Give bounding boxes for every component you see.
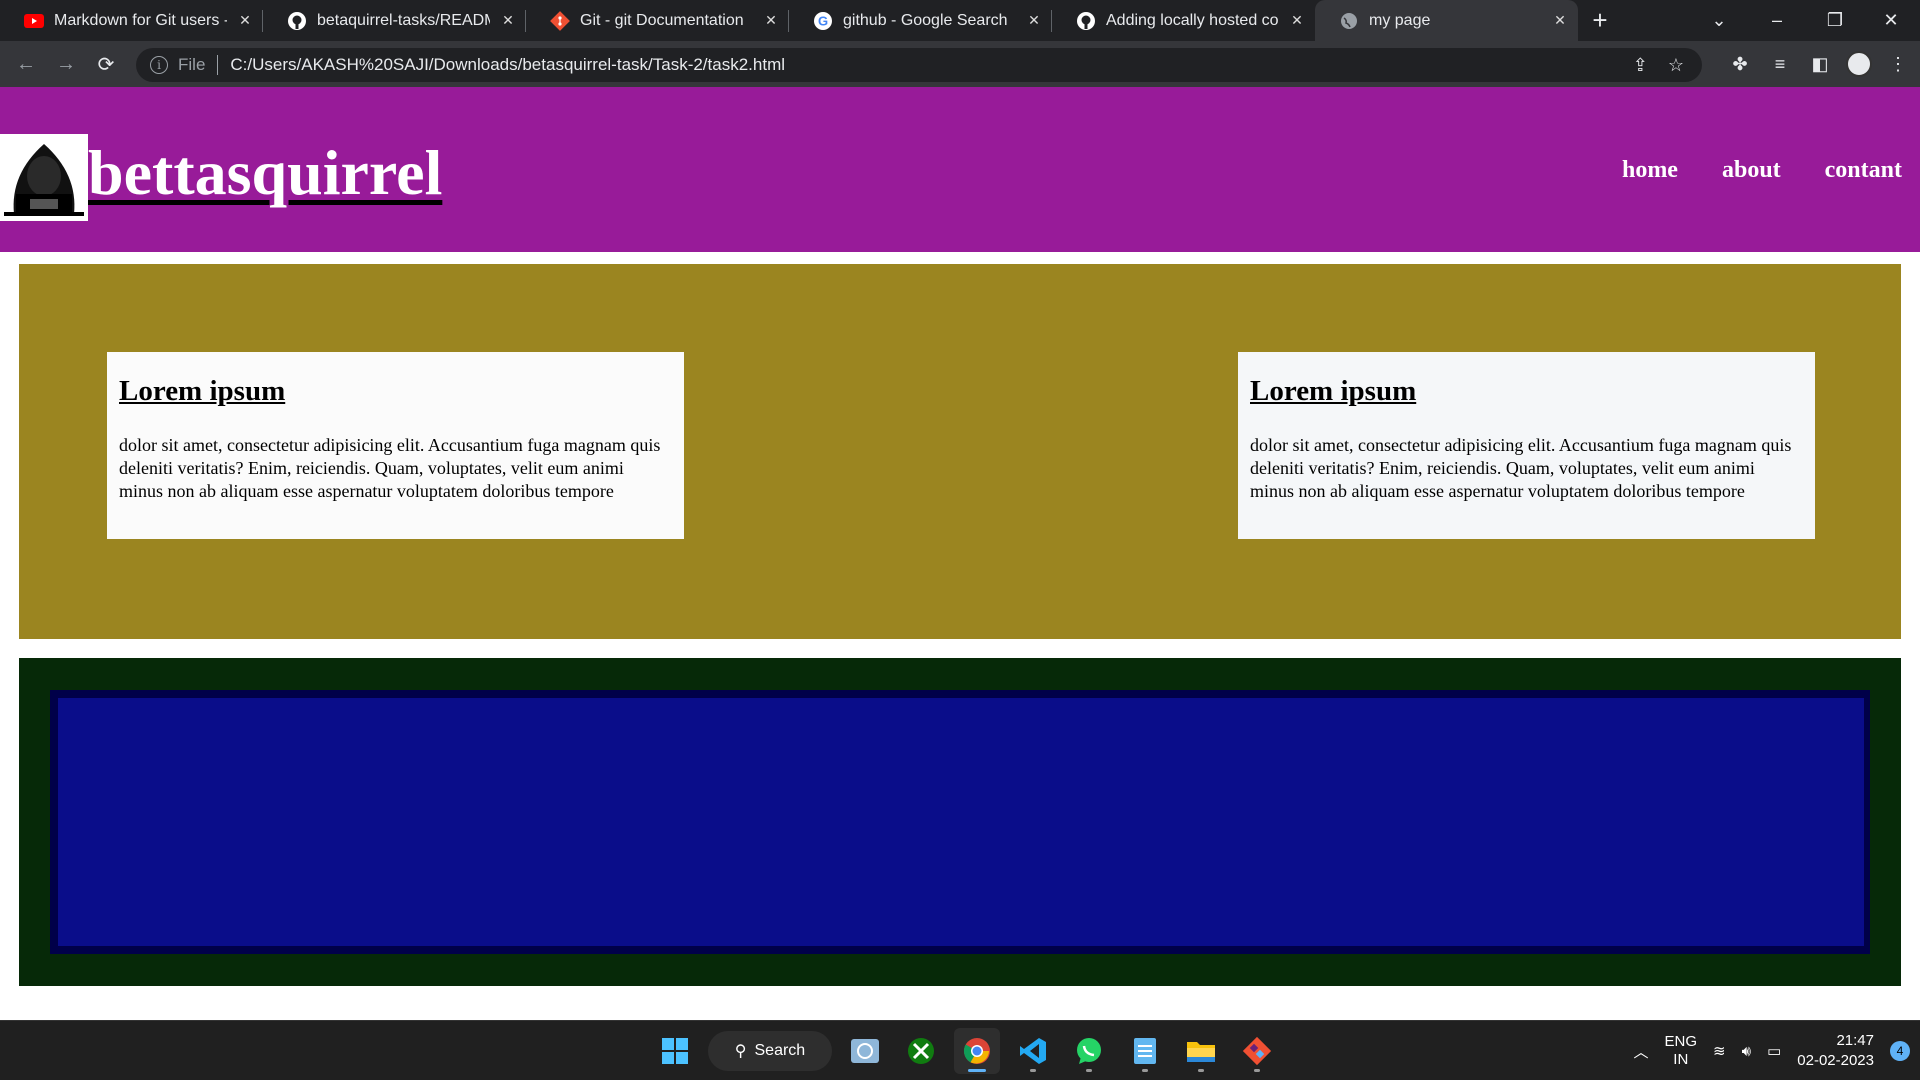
windows-taskbar: ⚲ Search ︿ ENG IN ≋ 🔊︎ ▭ 21:47 02-02-202… <box>0 1020 1920 1080</box>
taskbar-search-label: Search <box>754 1042 806 1059</box>
card-title: Lorem ipsum <box>119 375 286 407</box>
forward-arrow-icon[interactable]: → <box>46 44 86 84</box>
new-tab-button[interactable]: + <box>1578 0 1622 41</box>
back-arrow-icon[interactable]: ← <box>6 44 46 84</box>
page-viewport: bettasquirrel home about contant Lorem i… <box>0 87 1920 1020</box>
region-code: IN <box>1673 1051 1689 1068</box>
media-queue-icon[interactable]: ≡ <box>1766 50 1794 78</box>
footer-section <box>19 658 1901 986</box>
running-indicator <box>1086 1069 1092 1072</box>
nav-link-home[interactable]: home <box>1622 157 1678 184</box>
card-body: dolor sit amet, consectetur adipisicing … <box>119 434 661 501</box>
clock[interactable]: 21:47 02-02-2023 <box>1797 1031 1874 1071</box>
youtube-icon <box>24 11 44 31</box>
tab-title: Adding locally hosted code <box>1106 11 1279 29</box>
browser-tab-strip: Markdown for Git users - M ✕ betaquirrel… <box>0 0 1920 41</box>
language-indicator[interactable]: ENG IN <box>1665 1033 1698 1069</box>
running-indicator <box>1142 1069 1148 1072</box>
tab-title: betaquirrel-tasks/README. <box>317 11 490 29</box>
tab-title: github - Google Search <box>843 11 1008 29</box>
svg-text:G: G <box>818 13 828 28</box>
close-window-icon[interactable]: ✕ <box>1862 0 1920 41</box>
close-icon[interactable]: ✕ <box>1026 12 1042 29</box>
tab-title: Markdown for Git users - M <box>54 11 227 29</box>
browser-tab[interactable]: Git - git Documentation ✕ <box>526 0 789 41</box>
git-icon <box>550 10 570 31</box>
share-icon[interactable]: ⇪ <box>1633 55 1648 76</box>
url-text[interactable]: C:/Users/AKASH%20SAJI/Downloads/betasqui… <box>230 55 785 75</box>
whatsapp-icon[interactable] <box>1066 1028 1112 1074</box>
close-icon[interactable]: ✕ <box>763 12 779 29</box>
photos-icon[interactable] <box>842 1028 888 1074</box>
language-code: ENG <box>1664 1033 1698 1050</box>
reload-icon[interactable]: ⟳ <box>86 44 126 84</box>
menu-kebab-icon[interactable]: ⋮ <box>1884 50 1912 78</box>
active-indicator <box>968 1069 986 1072</box>
url-scheme: File <box>178 55 206 74</box>
taskbar-search-button[interactable]: ⚲ Search <box>708 1031 832 1071</box>
file-explorer-icon[interactable] <box>1178 1028 1224 1074</box>
inner-frame <box>50 690 1870 954</box>
hacker-logo-icon <box>0 134 88 221</box>
close-icon[interactable]: ✕ <box>1289 12 1305 29</box>
running-indicator <box>1254 1069 1260 1072</box>
clock-date: 02-02-2023 <box>1797 1052 1874 1069</box>
running-indicator <box>1198 1069 1204 1072</box>
wifi-icon[interactable]: ≋ <box>1713 1042 1726 1060</box>
card-body: dolor sit amet, consectetur adipisicing … <box>1250 434 1792 501</box>
browser-tab-active[interactable]: my page ✕ <box>1315 0 1578 41</box>
info-card: Lorem ipsum dolor sit amet, consectetur … <box>1238 352 1815 539</box>
search-icon: ⚲ <box>734 1043 747 1060</box>
notification-badge[interactable]: 4 <box>1890 1041 1910 1061</box>
minimize-icon[interactable]: – <box>1748 0 1806 41</box>
site-nav: home about contant <box>1622 157 1902 184</box>
browser-tab[interactable]: Markdown for Git users - M ✕ <box>0 0 263 41</box>
google-icon: G <box>813 11 833 31</box>
url-divider <box>217 55 219 75</box>
windows-start-icon[interactable] <box>652 1028 698 1074</box>
browser-tab[interactable]: G github - Google Search ✕ <box>789 0 1052 41</box>
info-icon[interactable]: i <box>150 56 168 74</box>
site-brand-link[interactable]: bettasquirrel <box>88 141 442 205</box>
tab-title: Git - git Documentation <box>580 11 744 29</box>
running-indicator <box>1030 1069 1036 1072</box>
notepad-icon[interactable] <box>1122 1028 1168 1074</box>
site-header: bettasquirrel home about contant <box>0 87 1920 252</box>
bookmark-star-icon[interactable]: ☆ <box>1668 55 1684 76</box>
tab-search-chevron-icon[interactable]: ⌄ <box>1690 0 1748 41</box>
close-icon[interactable]: ✕ <box>500 12 516 29</box>
system-tray: ︿ ENG IN ≋ 🔊︎ ▭ 21:47 02-02-2023 4 <box>1634 1021 1910 1081</box>
xbox-icon[interactable] <box>898 1028 944 1074</box>
side-panel-icon[interactable]: ◧ <box>1806 50 1834 78</box>
content-section: Lorem ipsum dolor sit amet, consectetur … <box>19 264 1901 639</box>
nav-link-contant[interactable]: contant <box>1825 157 1902 184</box>
card-title: Lorem ipsum <box>1250 375 1417 407</box>
battery-icon[interactable]: ▭ <box>1767 1042 1781 1060</box>
vscode-icon[interactable] <box>1010 1028 1056 1074</box>
github-icon <box>1076 11 1096 31</box>
show-hidden-chevron-icon[interactable]: ︿ <box>1634 1041 1649 1062</box>
clock-time: 21:47 <box>1836 1032 1874 1049</box>
chrome-icon[interactable] <box>954 1028 1000 1074</box>
profile-avatar[interactable] <box>1846 51 1872 77</box>
nav-link-about[interactable]: about <box>1722 157 1781 184</box>
tab-title: my page <box>1369 11 1431 29</box>
github-icon <box>287 11 307 31</box>
globe-icon <box>1339 11 1359 31</box>
close-icon[interactable]: ✕ <box>1552 12 1568 29</box>
git-icon[interactable] <box>1234 1028 1280 1074</box>
address-bar[interactable]: i File C:/Users/AKASH%20SAJI/Downloads/b… <box>136 48 1702 82</box>
extensions-puzzle-icon[interactable]: ✤ <box>1726 50 1754 78</box>
close-icon[interactable]: ✕ <box>237 12 253 29</box>
restore-icon[interactable]: ❐ <box>1806 0 1864 41</box>
browser-tab[interactable]: betaquirrel-tasks/README. ✕ <box>263 0 526 41</box>
browser-tab[interactable]: Adding locally hosted code ✕ <box>1052 0 1315 41</box>
info-card: Lorem ipsum dolor sit amet, consectetur … <box>107 352 684 539</box>
volume-icon[interactable]: 🔊︎ <box>1742 1043 1751 1060</box>
blue-panel <box>58 698 1864 946</box>
